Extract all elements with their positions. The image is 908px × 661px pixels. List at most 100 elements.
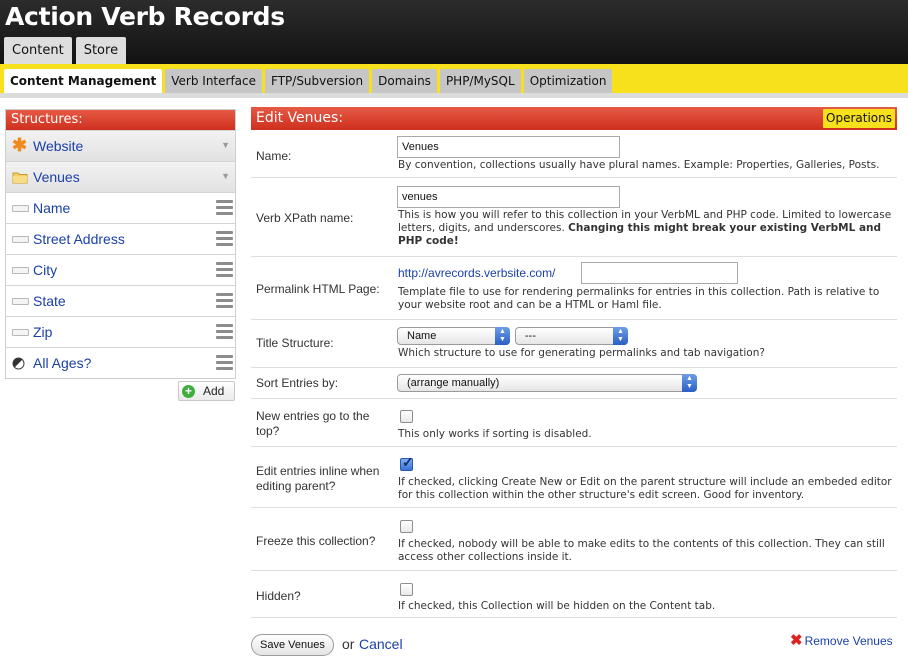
top-header: Action Verb Records Content Store [0,0,908,64]
xpath-label: Verb XPath name: [256,211,354,225]
subtab-verb-interface[interactable]: Verb Interface [165,69,263,93]
save-button[interactable]: Save Venues [251,634,334,656]
select-arrows-icon: ▲ ▼ [495,327,510,345]
operations-button[interactable]: Operations [823,109,895,128]
structure-website[interactable]: ✱ Website ▼ [6,130,235,161]
new-top-checkbox[interactable] [400,410,413,423]
drag-handle-icon[interactable] [216,231,233,247]
hidden-help: If checked, this Collection will be hidd… [398,600,716,612]
inline-checkbox[interactable]: ✓ [400,454,414,471]
text-field-icon [12,205,29,212]
drag-handle-icon[interactable] [216,293,233,309]
inline-label: Edit entries inline when editing parent? [256,464,380,493]
permalink-row: Permalink HTML Page: http://avrecords.ve… [251,257,897,320]
delete-icon: ✖ [790,632,803,649]
tab-store[interactable]: Store [75,37,127,64]
tab-content[interactable]: Content [4,37,72,64]
title-structure-select-primary[interactable]: Name ▲ ▼ [397,327,510,345]
xpath-help: This is how you will refer to this colle… [398,209,893,248]
drag-handle-icon[interactable] [216,324,233,340]
field-city[interactable]: City [6,254,235,285]
xpath-row: Verb XPath name: This is how you will re… [251,178,897,257]
structures-sidebar: Structures: ✱ Website ▼ Venues ▼ Name St… [5,109,236,379]
subtab-ftp-subversion[interactable]: FTP/Subversion [265,69,370,93]
field-all-ages[interactable]: All Ages? [6,347,235,378]
field-label: State [33,293,66,309]
title-structure-label: Title Structure: [256,336,334,350]
field-label: Street Address [33,231,125,247]
select-arrows-icon: ▲ ▼ [613,327,628,345]
select-value: Name [407,330,437,342]
field-street-address[interactable]: Street Address [6,223,235,254]
structures-heading: Structures: [6,110,235,130]
or-text: or [342,636,355,652]
permalink-prefix-link[interactable]: http://avrecords.verbsite.com/ [398,266,555,280]
field-label: City [33,262,58,278]
permalink-label: Permalink HTML Page: [256,282,380,296]
new-top-help: This only works if sorting is disabled. [398,428,592,440]
freeze-help: If checked, nobody will be able to make … [398,538,885,563]
remove-label: Remove Venues [804,634,893,648]
inline-row: Edit entries inline when editing parent?… [251,447,897,508]
subtab-php-mysql[interactable]: PHP/MySQL [439,69,521,93]
folder-icon [12,170,28,184]
field-state[interactable]: State [6,285,235,316]
chevron-down-icon[interactable]: ▼ [221,171,230,181]
checkbox-field-icon [12,357,28,371]
permalink-help: Template file to use for rendering perma… [398,286,880,311]
drag-handle-icon[interactable] [216,262,233,278]
text-field-icon [12,267,29,274]
inline-help: If checked, clicking Create New or Edit … [398,476,892,501]
cancel-link[interactable]: Cancel [359,636,403,652]
asterisk-icon: ✱ [12,135,28,155]
site-title: Action Verb Records [5,2,285,31]
freeze-label: Freeze this collection? [256,534,376,548]
edit-panel-header: Edit Venues: Operations [251,107,897,130]
subtab-content-management[interactable]: Content Management [4,69,163,93]
structure-label: Venues [33,169,80,185]
freeze-checkbox[interactable] [400,520,413,533]
field-label: Name [33,200,71,216]
text-field-icon [12,298,29,305]
sort-select[interactable]: (arrange manually) ▲ ▼ [397,374,697,392]
structure-label: Website [33,138,84,154]
title-structure-help: Which structure to use for generating pe… [398,347,765,359]
remove-link[interactable]: ✖ Remove Venues [790,631,893,649]
field-label: Zip [33,324,53,340]
drag-handle-icon[interactable] [216,200,233,216]
select-arrows-icon: ▲ ▼ [682,374,697,392]
new-top-row: New entries go to the top? This only wor… [251,399,897,447]
field-name[interactable]: Name [6,192,235,223]
name-row: Name: By convention, collections usually… [251,131,897,178]
panel-title: Edit Venues: [256,110,344,126]
xpath-input[interactable] [397,186,620,208]
name-help: By convention, collections usually have … [398,159,880,171]
field-label: All Ages? [33,355,92,371]
main-tabs: Content Store [4,37,127,64]
structure-venues[interactable]: Venues ▼ [6,161,235,192]
hidden-row: Hidden? If checked, this Collection will… [251,571,897,618]
sort-row: Sort Entries by: (arrange manually) ▲ ▼ [251,368,897,399]
text-field-icon [12,236,29,243]
permalink-input[interactable] [581,262,738,284]
select-value: (arrange manually) [407,377,500,389]
hidden-checkbox[interactable] [400,583,413,596]
add-structure-button[interactable]: + Add [178,381,235,401]
new-top-label: New entries go to the top? [256,409,370,438]
app-window: Action Verb Records Content Store Conten… [0,0,908,661]
title-structure-row: Title Structure: Name ▲ ▼ --- ▲ ▼ Which st… [251,320,897,368]
drag-handle-icon[interactable] [216,355,233,371]
add-label: Add [203,384,225,398]
field-zip[interactable]: Zip [6,316,235,347]
freeze-row: Freeze this collection? If checked, nobo… [251,508,897,571]
subtab-optimization[interactable]: Optimization [523,69,613,93]
sort-label: Sort Entries by: [256,376,339,390]
subtab-domains[interactable]: Domains [372,69,437,93]
plus-icon: + [182,385,195,398]
name-label: Name: [256,149,292,163]
hidden-label: Hidden? [256,589,301,603]
chevron-down-icon[interactable]: ▼ [221,140,230,150]
title-structure-select-secondary[interactable]: --- ▲ ▼ [515,327,628,345]
name-input[interactable] [397,136,620,158]
text-field-icon [12,329,29,336]
